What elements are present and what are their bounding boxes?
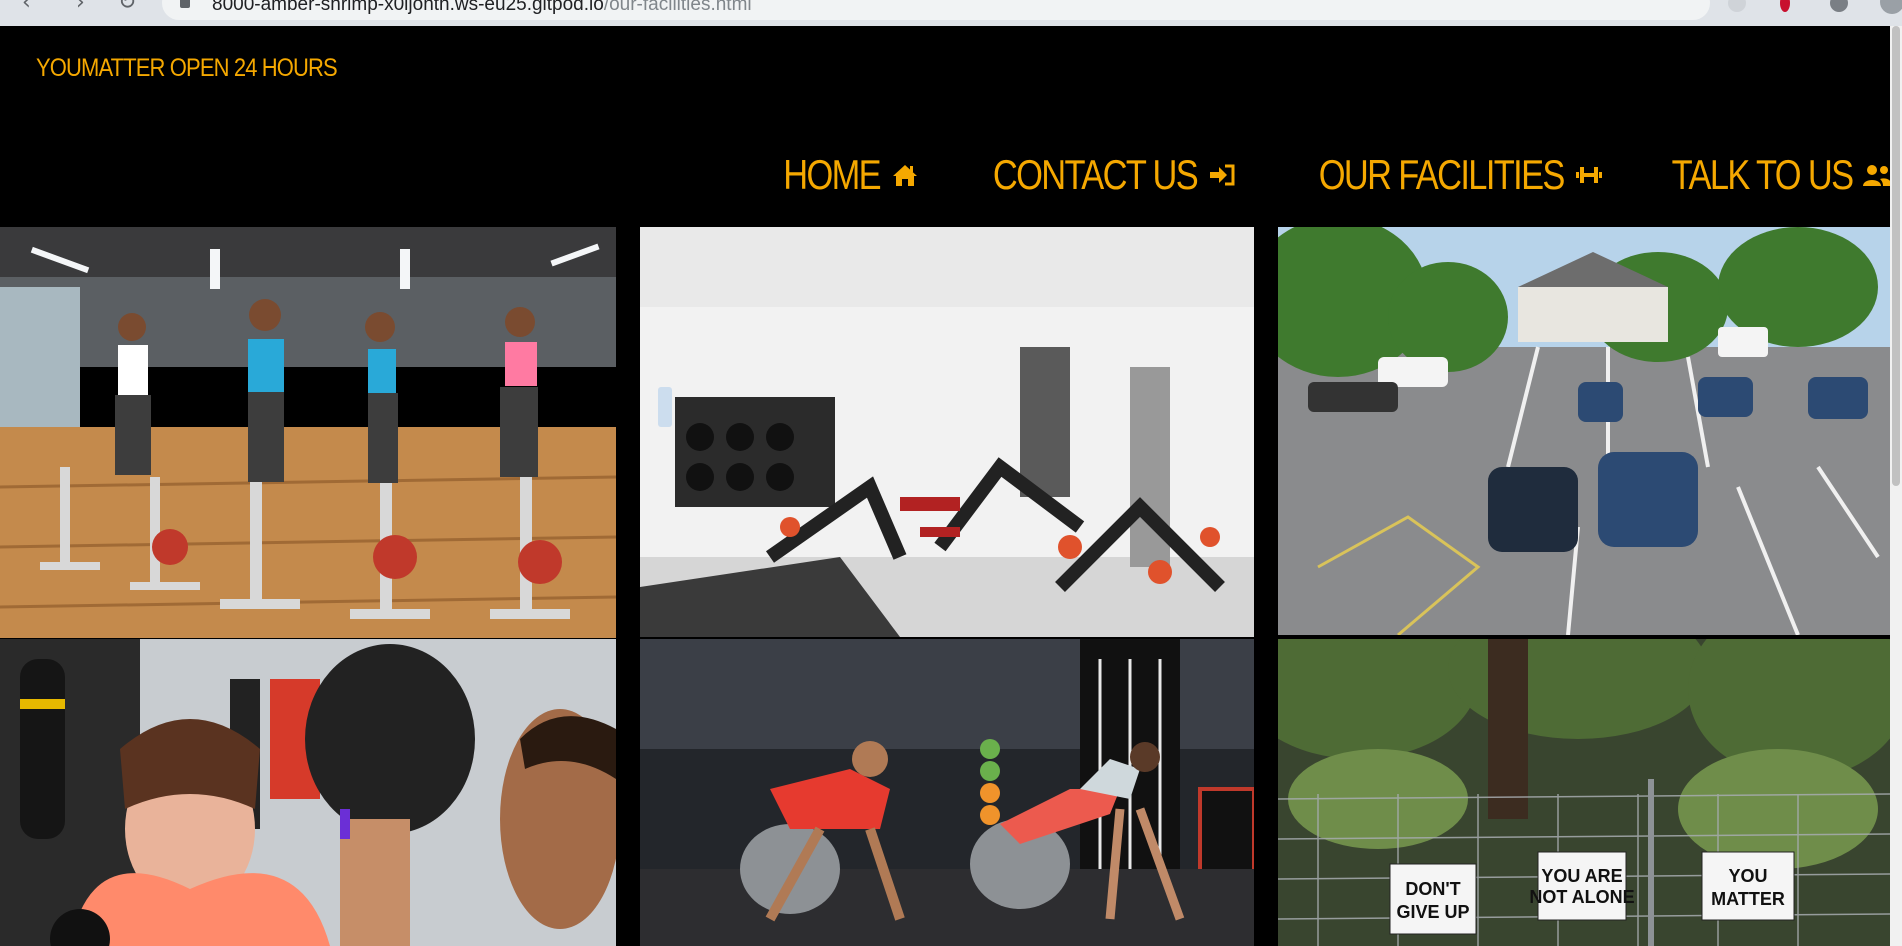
svg-text:YOU ARE: YOU ARE xyxy=(1541,866,1622,886)
users-icon xyxy=(1862,160,1892,190)
gym-equipment-photo xyxy=(640,227,1254,637)
nav-label-contact: CONTACT US xyxy=(992,151,1199,198)
svg-text:GIVE UP: GIVE UP xyxy=(1396,902,1469,922)
spin-class-photo xyxy=(0,227,616,638)
facilities-gallery: DON'T GIVE UP YOU ARE NOT ALONE YOU MATTER xyxy=(0,227,1890,946)
motivational-signs-photo: DON'T GIVE UP YOU ARE NOT ALONE YOU MATTER xyxy=(1278,639,1890,946)
home-icon xyxy=(890,160,920,190)
page-scrollbar[interactable] xyxy=(1890,26,1902,946)
nav-label-home: HOME xyxy=(782,151,881,198)
svg-text:DON'T: DON'T xyxy=(1405,879,1460,899)
site-header: YOUMATTER OPEN 24 HOURS HOME CONTACT US … xyxy=(0,26,1902,228)
nav-label-talk: TALK TO US xyxy=(1671,151,1853,198)
nav-item-facilities[interactable]: OUR FACILITIES xyxy=(1265,154,1604,196)
sign-in-icon xyxy=(1207,160,1237,190)
extension-icon[interactable] xyxy=(1728,0,1746,12)
browser-chrome: ‹ › ↻ 8000-amber-shrimp-x0ljonth.ws-eu25… xyxy=(0,0,1902,26)
reload-icon[interactable]: ↻ xyxy=(118,0,136,15)
main-nav: HOME CONTACT US OUR FACILITIES TALK TO U… xyxy=(734,154,1892,196)
back-icon[interactable]: ‹ xyxy=(22,0,31,15)
scrollbar-thumb[interactable] xyxy=(1892,26,1900,486)
svg-text:NOT ALONE: NOT ALONE xyxy=(1529,887,1634,907)
lock-icon xyxy=(180,0,190,8)
nav-item-talk[interactable]: TALK TO US xyxy=(1632,154,1892,196)
forward-icon[interactable]: › xyxy=(76,0,85,15)
boxing-training-photo xyxy=(0,639,616,946)
svg-text:MATTER: MATTER xyxy=(1711,889,1785,909)
url-text: 8000-amber-shrimp-x0ljonth.ws-eu25.gitpo… xyxy=(212,0,752,15)
nav-item-contact[interactable]: CONTACT US xyxy=(948,154,1237,196)
dumbbell-icon xyxy=(1574,160,1604,190)
nav-item-home[interactable]: HOME xyxy=(762,154,920,196)
address-bar[interactable]: 8000-amber-shrimp-x0ljonth.ws-eu25.gitpo… xyxy=(162,0,1710,20)
puzzle-icon[interactable] xyxy=(1830,0,1848,12)
car-park-photo xyxy=(1278,227,1890,635)
stability-ball-workout-photo xyxy=(640,639,1254,946)
profile-avatar[interactable] xyxy=(1880,0,1902,14)
svg-text:YOU: YOU xyxy=(1728,866,1767,886)
nav-label-facilities: OUR FACILITIES xyxy=(1318,151,1566,198)
addon-icon[interactable] xyxy=(1780,0,1790,12)
brand-title[interactable]: YOUMATTER OPEN 24 HOURS xyxy=(36,54,338,83)
